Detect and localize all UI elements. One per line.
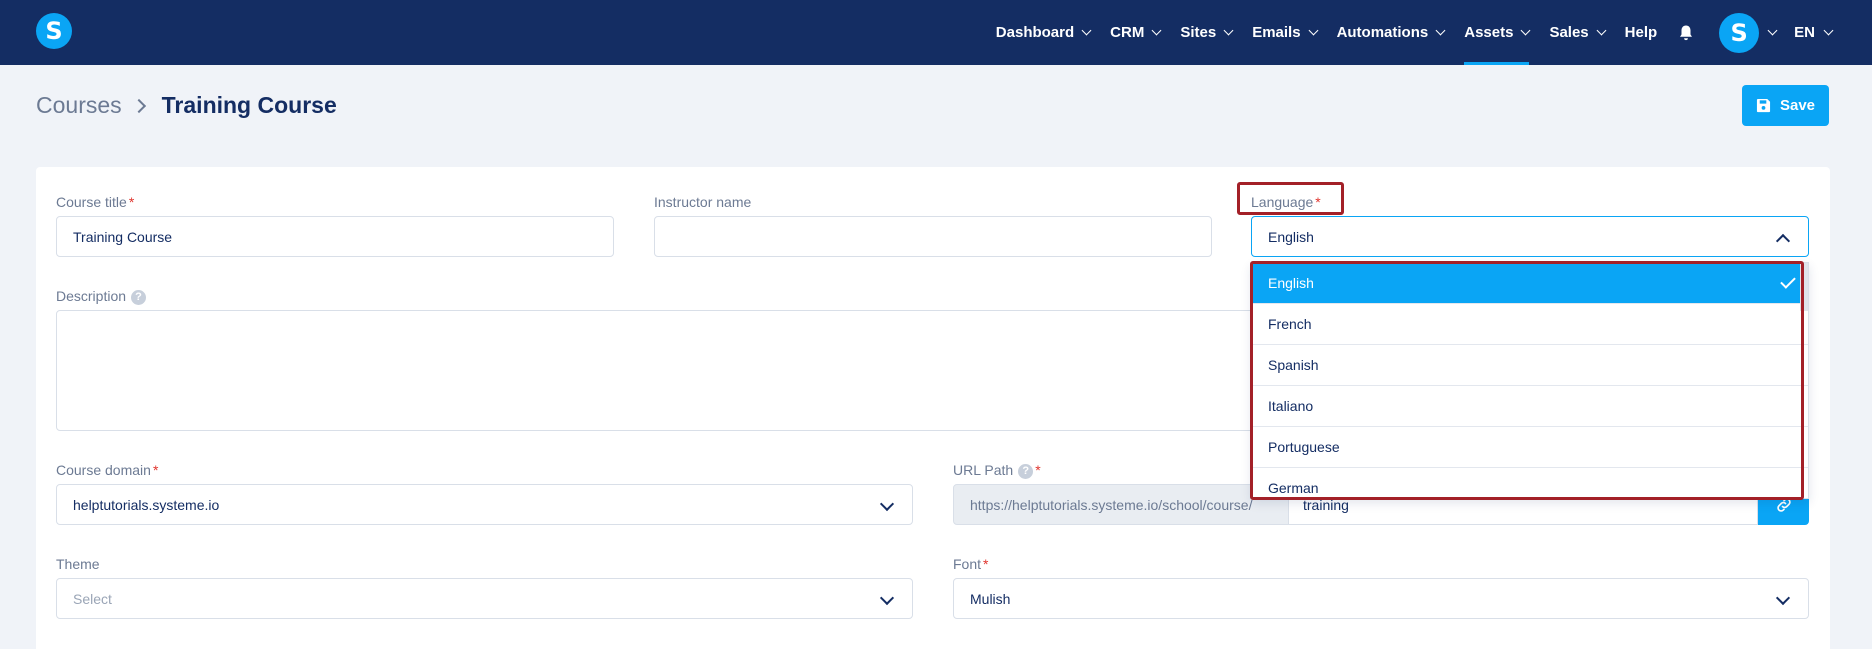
course-title-input[interactable]: Training Course [56,216,614,257]
nav-sites-label: Sites [1180,24,1217,41]
avatar[interactable]: S [1719,12,1760,53]
url-path-label: URL Path? * [953,462,1041,479]
chevron-down-icon [1223,25,1234,36]
theme-select-placeholder: Select [73,590,112,607]
nav-assets-label: Assets [1464,24,1514,41]
theme-select[interactable]: Select [56,578,913,619]
course-domain-label: Course domain * [56,462,159,478]
bell-icon[interactable] [1677,24,1695,42]
nav-emails[interactable]: Emails [1252,0,1319,65]
description-textarea[interactable] [56,310,1309,431]
breadcrumb-courses-link[interactable]: Courses [36,92,122,119]
breadcrumb: Courses Training Course [36,92,337,119]
nav-help-label: Help [1624,24,1658,41]
font-label: Font * [953,556,989,572]
chevron-down-icon [1081,25,1092,36]
floppy-disk-icon [1756,98,1771,113]
font-select[interactable]: Mulish [953,578,1809,619]
language-select-value: English [1268,228,1314,245]
chevron-down-icon [879,590,895,606]
nav-dashboard-label: Dashboard [995,24,1075,41]
nav-crm-label: CRM [1110,24,1145,41]
chevron-down-icon [1435,25,1446,36]
chevron-down-icon [1308,25,1319,36]
instructor-name-input[interactable] [654,216,1212,257]
chevron-down-icon [1151,25,1162,36]
nav-automations[interactable]: Automations [1336,0,1446,65]
description-label: Description? [56,288,147,305]
language-switcher[interactable]: EN [1794,24,1834,41]
nav-crm[interactable]: CRM [1110,0,1162,65]
chevron-down-icon [1775,590,1791,606]
chevron-down-icon [1596,25,1607,36]
chevron-up-icon [1775,233,1791,249]
chevron-right-icon [131,98,146,113]
help-icon[interactable]: ? [1018,464,1034,479]
chevron-down-icon [1520,25,1531,36]
course-domain-select[interactable]: helptutorials.systeme.io [56,484,913,525]
highlight-box [1250,261,1804,500]
help-icon[interactable]: ? [131,290,147,305]
page-title: Training Course [161,92,337,118]
top-navbar: S Dashboard CRM Sites Emails Automations… [0,0,1872,65]
nav-assets[interactable]: Assets [1464,0,1531,65]
chevron-down-icon [879,496,895,512]
chevron-down-icon [1823,25,1834,36]
language-select[interactable]: English [1251,216,1809,257]
nav-dashboard[interactable]: Dashboard [995,0,1092,65]
nav-automations-label: Automations [1336,24,1429,41]
instructor-name-label: Instructor name [654,194,752,210]
theme-label: Theme [56,556,100,572]
language-switcher-label: EN [1794,24,1815,41]
course-title-label: Course title * [56,194,135,210]
chevron-down-icon[interactable] [1767,25,1778,36]
main-nav: Dashboard CRM Sites Emails Automations A… [976,0,1834,65]
font-select-value: Mulish [970,590,1011,607]
nav-sites[interactable]: Sites [1180,0,1234,65]
highlight-box [1237,182,1344,215]
save-button[interactable]: Save [1742,85,1829,126]
logo[interactable]: S [36,13,72,49]
nav-sales-label: Sales [1549,24,1589,41]
save-button-label: Save [1779,97,1816,114]
nav-help[interactable]: Help [1625,0,1658,65]
nav-emails-label: Emails [1252,24,1301,41]
course-domain-value: helptutorials.systeme.io [73,496,220,513]
url-path-prefix: https://helptutorials.systeme.io/school/… [953,484,1289,525]
nav-sales[interactable]: Sales [1549,0,1607,65]
